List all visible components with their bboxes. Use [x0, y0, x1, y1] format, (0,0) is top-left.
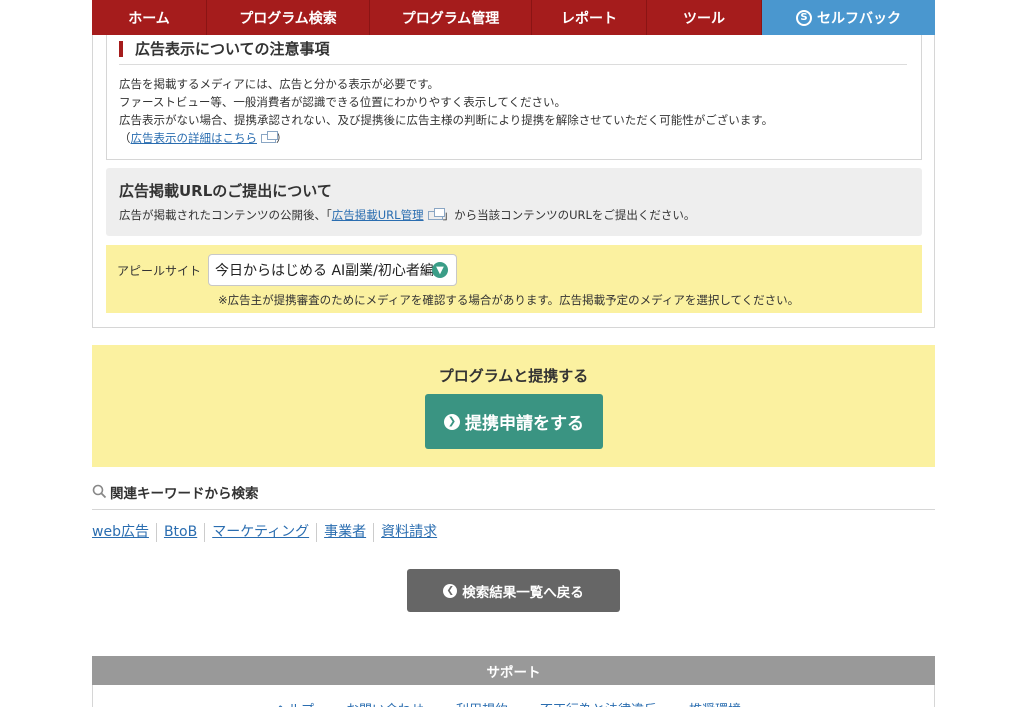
support-header: サポート: [92, 656, 935, 685]
ad-display-detail-link[interactable]: 広告表示の詳細はこちら: [131, 131, 258, 145]
related-keywords-list: web広告 BtoB マーケティング 事業者 資料請求: [92, 523, 451, 542]
nav-program-search[interactable]: プログラム検索: [207, 0, 370, 35]
apply-heading: プログラムと提携する: [438, 367, 589, 385]
support-link-fraud[interactable]: 不正行為と法律違反: [540, 699, 657, 707]
support-links-panel: ヘルプ お問い合わせ 利用規約 不正行為と法律違反 推奨環境: [92, 685, 935, 707]
support-link-terms[interactable]: 利用規約: [456, 699, 508, 707]
support-link-contact[interactable]: お問い合わせ: [346, 699, 424, 707]
appeal-site-select[interactable]: 今日からはじめる AI副業/初心者編 ▼: [208, 254, 457, 286]
back-to-results-button[interactable]: ❮ 検索結果一覧へ戻る: [407, 569, 620, 612]
search-icon: [92, 484, 107, 499]
nav-report[interactable]: レポート: [532, 0, 647, 35]
apply-partnership-button[interactable]: ❯ 提携申請をする: [425, 394, 603, 449]
keyword-link[interactable]: BtoB: [164, 523, 206, 542]
url-submission-info: 広告掲載URLのご提出について 広告が掲載されたコンテンツの公開後、「広告掲載U…: [106, 168, 922, 236]
keyword-link[interactable]: web広告: [92, 523, 157, 542]
nav-home[interactable]: ホーム: [92, 0, 207, 35]
keyword-link[interactable]: 資料請求: [381, 523, 444, 542]
related-keywords-heading: 関連キーワードから検索: [92, 482, 935, 510]
nav-selfback[interactable]: S セルフバック: [762, 0, 935, 35]
ad-display-notice: 広告表示についての注意事項 広告を掲載するメディアには、広告と分かる表示が必要で…: [106, 35, 922, 160]
keyword-link[interactable]: 事業者: [324, 523, 375, 542]
support-link-help[interactable]: ヘルプ: [275, 699, 314, 707]
ad-url-management-link[interactable]: 広告掲載URL管理: [332, 208, 424, 222]
notice-title: 広告表示についての注意事項: [119, 41, 907, 65]
top-navigation: ホーム プログラム検索 プログラム管理 レポート ツール S セルフバック: [92, 0, 935, 35]
notice-line: 広告を掲載するメディアには、広告と分かる表示が必要です。: [119, 77, 440, 91]
chevron-left-icon: ❮: [443, 583, 458, 598]
nav-program-management[interactable]: プログラム管理: [370, 0, 532, 35]
notice-line: ファーストビュー等、一般消費者が認識できる位置にわかりやすく表示してください。: [119, 95, 567, 109]
notice-body: 広告を掲載するメディアには、広告と分かる表示が必要です。 ファーストビュー等、一…: [119, 75, 773, 147]
support-links: ヘルプ お問い合わせ 利用規約 不正行為と法律違反 推奨環境: [275, 699, 773, 707]
selfback-icon: S: [796, 9, 812, 26]
support-link-environment[interactable]: 推奨環境: [689, 699, 741, 707]
url-submission-text: 広告が掲載されたコンテンツの公開後、「広告掲載URL管理 」から当該コンテンツのU…: [119, 208, 696, 222]
appeal-site-section: アピールサイト 今日からはじめる AI副業/初心者編 ▼ ※広告主が提携審査のた…: [106, 245, 922, 313]
apply-section: プログラムと提携する ❯ 提携申請をする: [92, 345, 935, 467]
appeal-site-label: アピールサイト: [117, 264, 202, 278]
external-link-icon: [261, 131, 278, 143]
nav-tools[interactable]: ツール: [647, 0, 762, 35]
notice-line: 広告表示がない場合、提携承認されない、及び提携後に広告主様の判断により提携を解除…: [119, 113, 774, 127]
chevron-down-icon: ▼: [432, 262, 448, 278]
appeal-site-note: ※広告主が提携審査のためにメディアを確認する場合があります。広告掲載予定のメディ…: [218, 293, 800, 307]
url-submission-title: 広告掲載URLのご提出について: [119, 182, 332, 200]
keyword-link[interactable]: マーケティング: [212, 523, 318, 542]
external-link-icon: [427, 208, 445, 220]
chevron-right-icon: ❯: [444, 413, 460, 430]
notice-link-line: （広告表示の詳細はこちら）: [119, 131, 288, 145]
appeal-site-selected-value: 今日からはじめる AI副業/初心者編: [215, 263, 434, 279]
